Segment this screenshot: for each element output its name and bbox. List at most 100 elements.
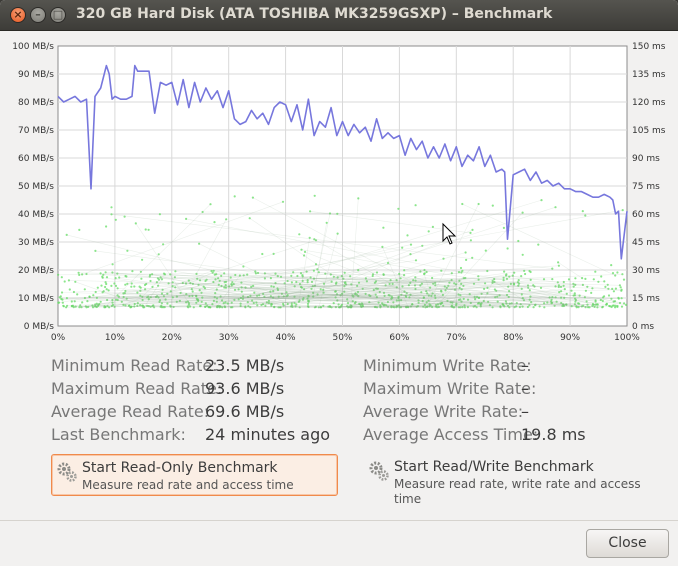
access-time-point [584, 277, 587, 280]
access-time-point [594, 270, 597, 273]
max-read-rate-label: Maximum Read Rate: [51, 379, 223, 398]
access-time-point [105, 225, 108, 228]
x-tick-label: 90% [560, 333, 580, 343]
x-tick-label: 0% [51, 333, 66, 343]
read-write-benchmark-title: Start Read/Write Benchmark [394, 459, 594, 475]
y-right-tick-label: 0 ms [632, 322, 654, 332]
y-right-tick-label: 90 ms [632, 154, 660, 164]
access-time-point [110, 206, 113, 209]
read-only-benchmark-title: Start Read-Only Benchmark [82, 460, 278, 476]
access-time-point [124, 283, 127, 286]
access-time-point [469, 239, 472, 242]
access-time-point [603, 295, 606, 298]
window-title: 320 GB Hard Disk (ATA TOSHIBA MK3259GSXP… [76, 6, 553, 22]
access-time-point [619, 286, 622, 289]
start-read-write-benchmark-button[interactable]: Start Read/Write Benchmark Measure read … [364, 454, 654, 510]
read-write-benchmark-desc-line1: Measure read rate, write rate and access [394, 477, 641, 491]
benchmark-window: × – □ 320 GB Hard Disk (ATA TOSHIBA MK32… [0, 0, 678, 566]
access-time-point [100, 284, 103, 287]
access-time-point [503, 270, 506, 273]
access-time-point [104, 285, 107, 289]
access-time-point [529, 270, 532, 274]
access-time-point [59, 295, 62, 298]
access-time-point [592, 278, 595, 281]
y-left-tick-label: 40 MB/s [18, 210, 54, 220]
close-button[interactable]: Close [586, 529, 669, 558]
access-time-point [427, 230, 430, 233]
access-time-point [616, 271, 619, 274]
window-maximize-button[interactable]: □ [50, 7, 66, 23]
avg-read-rate-label: Average Read Rate: [51, 402, 210, 421]
access-time-point [105, 288, 108, 291]
access-time-point [491, 204, 494, 207]
access-time-point [597, 280, 600, 283]
access-time-point [604, 285, 607, 288]
y-right-tick-label: 15 ms [632, 294, 660, 304]
access-time-point [96, 286, 99, 289]
max-write-rate-label: Maximum Write Rate: [363, 379, 537, 398]
benchmark-chart: 0% 10% 20% 30% 40% 50% 60% 70% 80% 90% 100% 100 MB/… [12, 42, 666, 343]
footer-divider [0, 520, 678, 521]
access-time-point [382, 226, 385, 229]
gears-icon [57, 462, 77, 482]
access-time-point [110, 284, 113, 287]
access-time-point [622, 278, 626, 281]
access-time-point [567, 278, 571, 281]
access-time-point [313, 194, 316, 197]
access-time-point [63, 280, 66, 283]
x-tick-label: 60% [389, 333, 409, 343]
read-only-benchmark-desc: Measure read rate and access time [82, 478, 294, 492]
access-time-point [517, 239, 520, 243]
x-tick-label: 80% [503, 333, 523, 343]
access-time-point [68, 288, 71, 291]
y-right-tick-label: 45 ms [632, 238, 660, 248]
x-tick-label: 10% [105, 333, 125, 343]
access-time-point [130, 285, 133, 288]
min-write-rate-label: Minimum Write Rate: [363, 356, 532, 375]
y-left-tick-label: 30 MB/s [18, 238, 54, 248]
min-read-rate-label: Minimum Read Rate: [51, 356, 218, 375]
access-time-point [83, 288, 86, 291]
access-time-point [537, 243, 540, 246]
y-right-tick-label: 150 ms [632, 42, 666, 52]
window-close-button[interactable]: × [10, 7, 26, 23]
access-time-point [461, 269, 464, 272]
y-right-tick-label: 75 ms [632, 182, 660, 192]
y-left-tick-label: 0 MB/s [24, 322, 55, 332]
access-time-point [298, 233, 301, 236]
access-time-point [607, 294, 611, 297]
access-time-point [158, 213, 161, 216]
avg-write-rate-label: Average Write Rate: [363, 402, 524, 421]
access-time-point [141, 258, 144, 261]
access-time-point [140, 277, 143, 280]
access-time-point [581, 210, 584, 213]
access-time-point [113, 282, 116, 285]
x-tick-label: 20% [162, 333, 182, 343]
read-write-benchmark-desc: Measure read rate, write rate and access… [394, 477, 641, 507]
window-minimize-button[interactable]: – [30, 7, 46, 23]
access-time-point [198, 242, 201, 245]
start-read-only-benchmark-button[interactable]: Start Read-Only Benchmark Measure read r… [51, 454, 338, 496]
y-left-tick-label: 80 MB/s [18, 98, 54, 108]
min-read-rate-value: 23.5 MB/s [205, 356, 285, 375]
access-time-point [225, 218, 228, 221]
x-tick-label: 30% [219, 333, 239, 343]
access-time-point [574, 277, 577, 280]
access-time-point [76, 293, 79, 296]
y-right-tick-label: 105 ms [632, 126, 666, 136]
access-time-point [590, 291, 593, 294]
access-time-point [620, 305, 624, 308]
access-time-point [614, 304, 617, 307]
access-time-point [502, 226, 505, 229]
y-right-tick-label: 30 ms [632, 266, 660, 276]
avg-write-rate-value: – [521, 402, 529, 421]
access-time-point [620, 297, 623, 300]
access-time-point [114, 284, 118, 287]
access-time-point [406, 234, 409, 237]
access-time-point [60, 276, 63, 279]
access-time-point [213, 221, 216, 224]
access-time-point [101, 275, 104, 278]
min-write-rate-value: – [521, 356, 529, 375]
avg-access-time-value: 19.8 ms [521, 425, 586, 444]
y-right-tick-label: 120 ms [632, 98, 666, 108]
